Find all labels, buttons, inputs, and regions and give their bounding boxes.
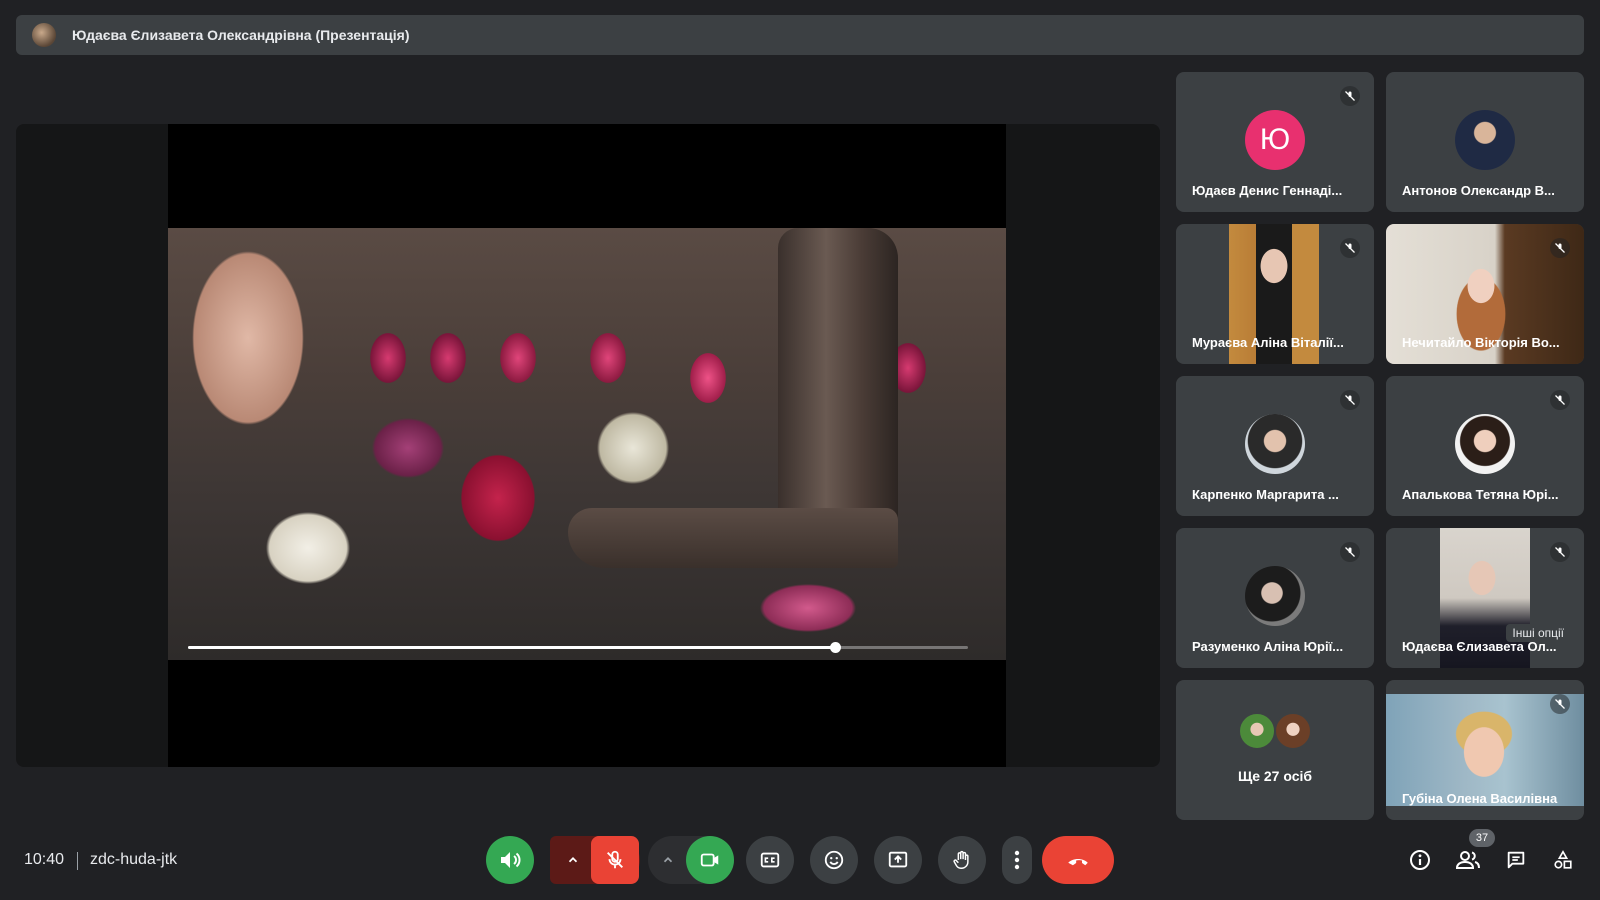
participant-name: Апалькова Тетяна Юрі... (1402, 487, 1559, 502)
video-progress-fill (188, 646, 836, 649)
participants-count-badge: 37 (1469, 829, 1495, 847)
participant-name: Антонов Олександр В... (1402, 183, 1555, 198)
chevron-up-icon (568, 857, 578, 863)
video-scene (168, 228, 1006, 660)
video-progress-bar[interactable] (188, 642, 968, 653)
mic-options-button[interactable] (552, 836, 594, 884)
participant-tile[interactable]: Губіна Олена Василівна (1386, 680, 1584, 820)
mic-off-icon (1340, 86, 1360, 106)
avatar (1245, 414, 1305, 474)
avatar (1245, 566, 1305, 626)
participant-tile[interactable]: Нечитайло Вікторія Во... (1386, 224, 1584, 364)
captions-icon (760, 852, 780, 868)
activities-button[interactable] (1550, 847, 1576, 873)
participant-tile[interactable]: Разуменко Аліна Юрії... (1176, 528, 1374, 668)
mic-off-icon (607, 850, 623, 869)
activities-icon (1554, 850, 1572, 869)
presenter-bar: Юдаєва Єлизавета Олександрівна (Презента… (16, 15, 1584, 55)
avatar (1455, 414, 1515, 474)
mic-off-icon (1550, 390, 1570, 410)
avatar (1274, 712, 1312, 750)
camera-options-button[interactable] (650, 836, 686, 884)
mic-toggle-button[interactable] (591, 836, 639, 884)
statue-foot-shape (568, 508, 898, 568)
camera-toggle-button[interactable] (686, 836, 734, 884)
participant-name: Карпенко Маргарита ... (1192, 487, 1339, 502)
people-button[interactable] (1455, 847, 1481, 873)
present-icon (888, 851, 908, 868)
more-vert-icon (1014, 850, 1020, 870)
presenter-name: Юдаєва Єлизавета Олександрівна (Презента… (72, 27, 410, 43)
video-frame[interactable] (168, 124, 1006, 767)
clock: 10:40 (24, 851, 65, 868)
participant-tile[interactable]: Мураєва Аліна Віталії... (1176, 224, 1374, 364)
hand-icon (953, 850, 969, 869)
mic-off-icon (1550, 238, 1570, 258)
more-participants-tile[interactable]: Ще 27 осіб (1176, 680, 1374, 820)
mic-off-icon (1550, 694, 1570, 714)
chat-button[interactable] (1503, 847, 1529, 873)
reactions-button[interactable] (810, 836, 858, 884)
call-end-icon (1068, 859, 1088, 866)
participant-name: Губіна Олена Василівна (1402, 791, 1558, 806)
info-icon (1410, 850, 1430, 870)
avatar (1455, 110, 1515, 170)
participant-tile[interactable]: Апалькова Тетяна Юрі... (1386, 376, 1584, 516)
volume-icon (501, 852, 521, 868)
participant-name: Разуменко Аліна Юрії... (1192, 639, 1344, 654)
end-call-button[interactable] (1042, 836, 1114, 884)
participant-name: Мураєва Аліна Віталії... (1192, 335, 1344, 350)
more-options-button[interactable] (1002, 836, 1032, 884)
presenter-avatar (32, 23, 56, 47)
camera-icon (700, 853, 719, 867)
meeting-details-button[interactable] (1407, 847, 1433, 873)
audio-button[interactable] (486, 836, 534, 884)
participant-tile[interactable]: Антонов Олександр В... (1386, 72, 1584, 212)
more-participants-label: Ще 27 осіб (1237, 768, 1313, 784)
meeting-code: zdc-huda-jtk (90, 851, 178, 868)
mic-off-icon (1340, 238, 1360, 258)
mic-off-icon (1340, 390, 1360, 410)
divider (77, 852, 78, 870)
chevron-up-icon (663, 857, 673, 863)
emoji-icon (824, 850, 844, 870)
participant-name: Нечитайло Вікторія Во... (1402, 335, 1560, 350)
captions-button[interactable] (746, 836, 794, 884)
presentation-stage[interactable] (16, 124, 1160, 767)
chat-icon (1507, 851, 1525, 869)
participant-tile[interactable]: Ю Юдаєв Денис Геннаді... (1176, 72, 1374, 212)
participant-tile[interactable]: Юдаєва Єлизавета Ол... Інші опції (1386, 528, 1584, 668)
participant-name: Юдаєв Денис Геннаді... (1192, 183, 1343, 198)
more-options-tooltip: Інші опції (1506, 624, 1570, 642)
mic-off-icon (1340, 542, 1360, 562)
avatar: Ю (1245, 110, 1305, 170)
participant-tile[interactable]: Карпенко Маргарита ... (1176, 376, 1374, 516)
people-icon (1455, 851, 1480, 869)
avatar (1238, 712, 1276, 750)
mic-off-icon (1550, 542, 1570, 562)
raise-hand-button[interactable] (938, 836, 986, 884)
present-button[interactable] (874, 836, 922, 884)
